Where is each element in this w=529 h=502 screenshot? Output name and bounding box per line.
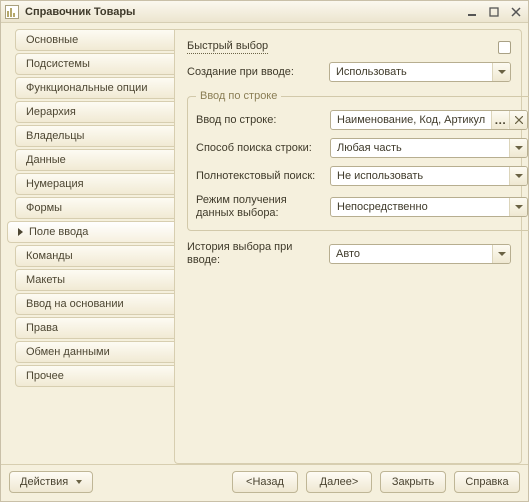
sidebar-item-subsystems[interactable]: Подсистемы: [15, 53, 175, 75]
dropdown-button[interactable]: [509, 167, 527, 185]
sidebar-item-forms[interactable]: Формы: [15, 197, 175, 219]
window-title: Справочник Товары: [25, 6, 464, 18]
body: Основные Подсистемы Функциональные опции…: [1, 23, 528, 464]
sidebar-item-label: Владельцы: [26, 130, 84, 142]
input-by-string-group: Ввод по строке Ввод по строке: Наименова…: [187, 90, 529, 231]
field-value: Наименование, Код, Артикул: [331, 114, 491, 126]
maximize-button[interactable]: [486, 5, 502, 19]
create-on-input-label: Создание при вводе:: [187, 66, 323, 79]
create-on-input-row: Создание при вводе: Использовать: [187, 62, 511, 82]
sidebar-item-data[interactable]: Данные: [15, 149, 175, 171]
back-button[interactable]: <Назад: [232, 471, 298, 493]
sidebar-item-label: Поле ввода: [29, 226, 88, 238]
sidebar-item-numbering[interactable]: Нумерация: [15, 173, 175, 195]
sidebar: Основные Подсистемы Функциональные опции…: [7, 29, 175, 464]
sidebar-item-templates[interactable]: Макеты: [15, 269, 175, 291]
search-method-label: Способ поиска строки:: [196, 142, 324, 155]
fetch-mode-row: Режим получения данных выбора: Непосредс…: [196, 194, 528, 220]
ellipsis-button[interactable]: …: [491, 111, 509, 129]
button-label: Закрыть: [392, 476, 434, 488]
button-label: Действия: [20, 476, 68, 488]
sidebar-item-hierarchy[interactable]: Иерархия: [15, 101, 175, 123]
window-controls: [464, 5, 524, 19]
button-label: <Назад: [246, 476, 284, 488]
sidebar-item-label: Основные: [26, 34, 78, 46]
chevron-down-icon: [515, 205, 523, 209]
dropdown-button[interactable]: [509, 139, 527, 157]
sidebar-item-commands[interactable]: Команды: [15, 245, 175, 267]
chevron-down-icon: [515, 146, 523, 150]
fulltext-combo[interactable]: Не использовать: [330, 166, 528, 186]
footer: Действия <Назад Далее> Закрыть Справка: [1, 464, 528, 501]
sidebar-item-other[interactable]: Прочее: [15, 365, 175, 387]
fulltext-label: Полнотекстовый поиск:: [196, 170, 324, 183]
button-label: Справка: [465, 476, 508, 488]
sidebar-item-input-field[interactable]: Поле ввода: [7, 221, 175, 243]
sidebar-item-label: Прочее: [26, 370, 64, 382]
sidebar-item-data-exchange[interactable]: Обмен данными: [15, 341, 175, 363]
input-by-string-label: Ввод по строке:: [196, 114, 324, 127]
app-icon: [5, 5, 19, 19]
history-label: История выбора при вводе:: [187, 241, 323, 267]
sidebar-item-label: Иерархия: [26, 106, 76, 118]
clear-button[interactable]: [509, 111, 527, 129]
sidebar-item-rights[interactable]: Права: [15, 317, 175, 339]
group-legend: Ввод по строке: [196, 90, 281, 102]
quick-select-row: Быстрый выбор: [187, 40, 511, 54]
dropdown-button[interactable]: [492, 245, 510, 263]
actions-button[interactable]: Действия: [9, 471, 93, 493]
sidebar-item-input-on-basis[interactable]: Ввод на основании: [15, 293, 175, 315]
sidebar-item-label: Подсистемы: [26, 58, 90, 70]
combo-value: Не использовать: [331, 170, 509, 182]
sidebar-item-label: Ввод на основании: [26, 298, 124, 310]
chevron-down-icon: [515, 174, 523, 178]
sidebar-item-owners[interactable]: Владельцы: [15, 125, 175, 147]
dropdown-button[interactable]: [509, 198, 527, 216]
sidebar-item-main[interactable]: Основные: [15, 29, 175, 51]
input-by-string-field[interactable]: Наименование, Код, Артикул …: [330, 110, 528, 130]
titlebar: Справочник Товары: [1, 1, 528, 23]
sidebar-item-label: Нумерация: [26, 178, 84, 190]
window: Справочник Товары Основные Подсистемы Фу…: [0, 0, 529, 502]
chevron-down-icon: [498, 70, 506, 74]
history-row: История выбора при вводе: Авто: [187, 241, 511, 267]
sidebar-item-functional-options[interactable]: Функциональные опции: [15, 77, 175, 99]
fetch-mode-combo[interactable]: Непосредственно: [330, 197, 528, 217]
dropdown-button[interactable]: [492, 63, 510, 81]
button-label: Далее>: [320, 476, 359, 488]
sidebar-item-label: Команды: [26, 250, 73, 262]
close-button[interactable]: [508, 5, 524, 19]
chevron-down-icon: [498, 252, 506, 256]
sidebar-item-label: Данные: [26, 154, 66, 166]
history-combo[interactable]: Авто: [329, 244, 511, 264]
fulltext-row: Полнотекстовый поиск: Не использовать: [196, 166, 528, 186]
sidebar-item-label: Функциональные опции: [26, 82, 147, 94]
sidebar-item-label: Формы: [26, 202, 62, 214]
combo-value: Непосредственно: [331, 201, 509, 213]
next-button[interactable]: Далее>: [306, 471, 372, 493]
close-window-button[interactable]: Закрыть: [380, 471, 446, 493]
sidebar-item-label: Обмен данными: [26, 346, 110, 358]
minimize-button[interactable]: [464, 5, 480, 19]
quick-select-checkbox[interactable]: [498, 41, 511, 54]
search-method-row: Способ поиска строки: Любая часть: [196, 138, 528, 158]
quick-select-link[interactable]: Быстрый выбор: [187, 40, 268, 54]
search-method-combo[interactable]: Любая часть: [330, 138, 528, 158]
combo-value: Любая часть: [331, 142, 509, 154]
fetch-mode-label: Режим получения данных выбора:: [196, 194, 324, 220]
sidebar-item-label: Макеты: [26, 274, 65, 286]
main-panel: Быстрый выбор Создание при вводе: Исполь…: [174, 29, 522, 464]
combo-value: Использовать: [330, 66, 492, 78]
active-marker-icon: [18, 228, 23, 236]
create-on-input-combo[interactable]: Использовать: [329, 62, 511, 82]
help-button[interactable]: Справка: [454, 471, 520, 493]
sidebar-item-label: Права: [26, 322, 58, 334]
input-by-string-row: Ввод по строке: Наименование, Код, Артик…: [196, 110, 528, 130]
combo-value: Авто: [330, 248, 492, 260]
